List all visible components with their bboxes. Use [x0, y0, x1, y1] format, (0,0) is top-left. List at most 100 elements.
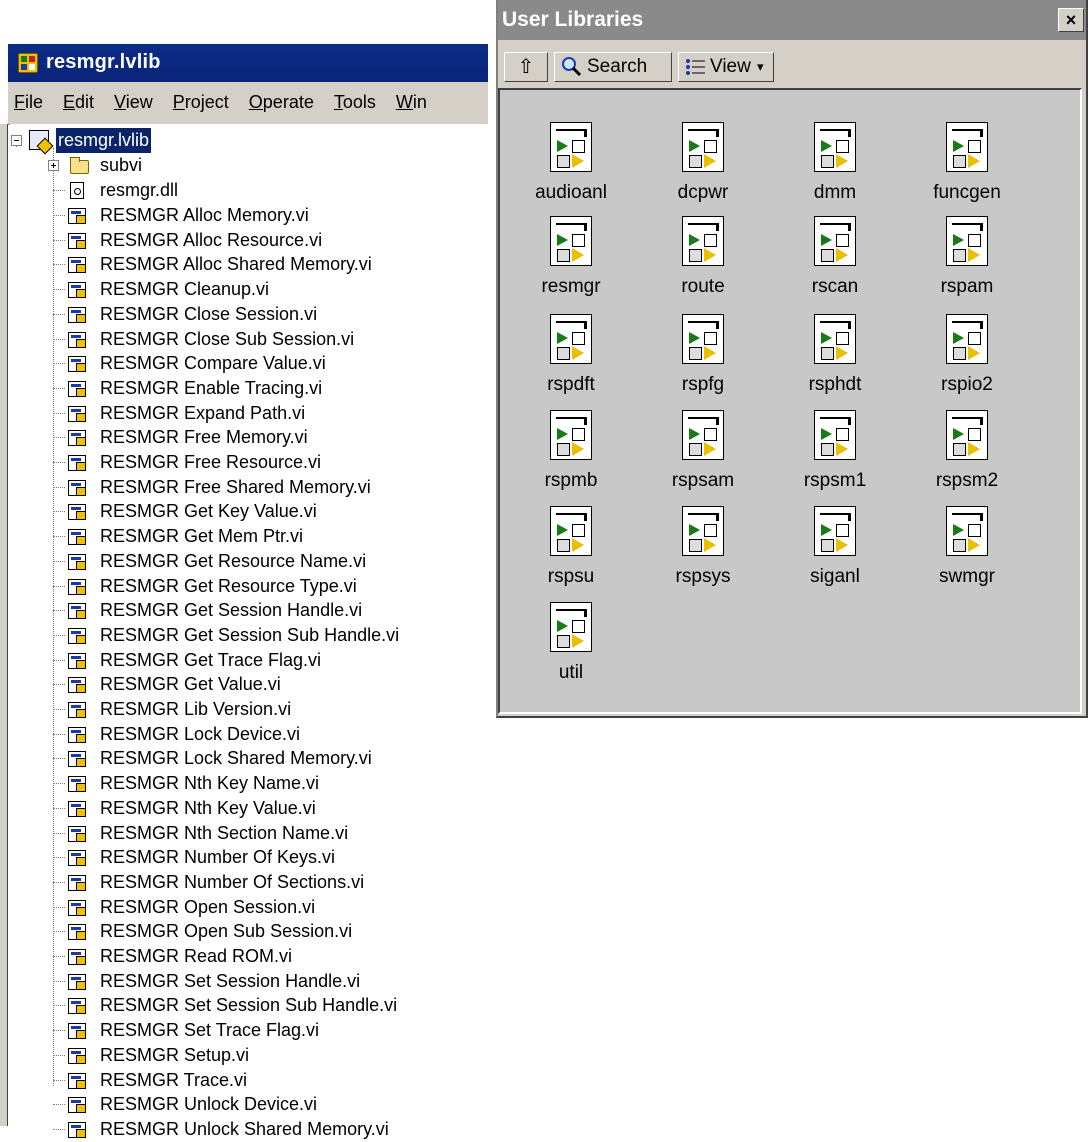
tree-row-dll[interactable]: resmgr.dll [10, 178, 480, 203]
tree-row-vi[interactable]: RESMGR Free Resource.vi [10, 450, 480, 475]
tree-vi-label: RESMGR Lib Version.vi [100, 699, 292, 719]
tree-connector [53, 1080, 65, 1081]
vi-file-icon [68, 1073, 86, 1089]
menu-window[interactable]: Win [386, 82, 437, 113]
tree-row-vi[interactable]: RESMGR Open Session.vi [10, 895, 480, 920]
tree-connector [53, 536, 65, 537]
palette-item-rspsu[interactable]: rspsu [506, 506, 636, 602]
palette-item-dmm[interactable]: dmm [770, 122, 900, 218]
palette-item-rsphdt[interactable]: rsphdt [770, 314, 900, 410]
tree-connector [53, 190, 65, 191]
palette-item-rspsm2[interactable]: rspsm2 [902, 410, 1032, 506]
tree-row-vi[interactable]: RESMGR Enable Tracing.vi [10, 376, 480, 401]
tree-row-vi[interactable]: RESMGR Nth Section Name.vi [10, 821, 480, 846]
tree-vi-label: RESMGR Close Sub Session.vi [100, 329, 355, 349]
tree-row-vi[interactable]: RESMGR Setup.vi [10, 1043, 480, 1068]
tree-row-vi[interactable]: RESMGR Unlock Device.vi [10, 1092, 480, 1117]
tree-row-vi[interactable]: RESMGR Open Sub Session.vi [10, 919, 480, 944]
tree-row-vi[interactable]: RESMGR Free Shared Memory.vi [10, 475, 480, 500]
vi-file-icon [68, 381, 86, 397]
palette-item-rspsm1[interactable]: rspsm1 [770, 410, 900, 506]
vi-file-icon [68, 702, 86, 718]
palette-item-audioanl[interactable]: audioanl [506, 122, 636, 218]
palette-item-funcgen[interactable]: funcgen [902, 122, 1032, 218]
menu-tools[interactable]: Tools [324, 82, 386, 113]
tree-row-vi[interactable]: RESMGR Trace.vi [10, 1068, 480, 1093]
palette-item-label: rspio2 [941, 374, 993, 395]
tree-row-vi[interactable]: RESMGR Get Session Handle.vi [10, 598, 480, 623]
tree-row-vi[interactable]: RESMGR Nth Key Value.vi [10, 796, 480, 821]
menu-view[interactable]: View [104, 82, 163, 113]
up-button[interactable]: ⇧ [504, 52, 548, 82]
tree-row-vi[interactable]: RESMGR Close Session.vi [10, 302, 480, 327]
menu-operate[interactable]: Operate [239, 82, 324, 113]
palette-item-rspio2[interactable]: rspio2 [902, 314, 1032, 410]
close-button[interactable]: × [1058, 8, 1084, 32]
tree-row-vi[interactable]: RESMGR Expand Path.vi [10, 401, 480, 426]
tree-row-vi[interactable]: RESMGR Unlock Shared Memory.vi [10, 1117, 480, 1142]
palette-item-rspsam[interactable]: rspsam [638, 410, 768, 506]
tree-connector [53, 462, 65, 463]
tree-row-vi[interactable]: RESMGR Get Trace Flag.vi [10, 648, 480, 673]
palette-item-label: resmgr [541, 276, 601, 297]
tree-row-vi[interactable]: RESMGR Lib Version.vi [10, 697, 480, 722]
palette-item-swmgr[interactable]: swmgr [902, 506, 1032, 602]
tree-row-vi[interactable]: RESMGR Get Resource Name.vi [10, 549, 480, 574]
view-button[interactable]: View ▾ [678, 52, 774, 82]
tree-row-subvi-folder[interactable]: subvi [10, 153, 480, 178]
palette-item-util[interactable]: util [506, 602, 636, 698]
tree-row-vi[interactable]: RESMGR Alloc Shared Memory.vi [10, 252, 480, 277]
project-title-bar[interactable]: resmgr.lvlib [8, 44, 488, 82]
vi-file-icon [68, 282, 86, 298]
palette-item-rspfg[interactable]: rspfg [638, 314, 768, 410]
tree-row-vi[interactable]: RESMGR Lock Device.vi [10, 722, 480, 747]
palette-item-rspmb[interactable]: rspmb [506, 410, 636, 506]
menu-project[interactable]: Project [163, 82, 239, 113]
tree-row-vi[interactable]: RESMGR Set Session Handle.vi [10, 969, 480, 994]
tree-vi-label: RESMGR Get Trace Flag.vi [100, 650, 322, 670]
palette-item-dcpwr[interactable]: dcpwr [638, 122, 768, 218]
tree-row-vi[interactable]: RESMGR Get Mem Ptr.vi [10, 524, 480, 549]
project-window: resmgr.lvlib File Edit View Project Operate T… [0, 44, 488, 1139]
tree-row-vi[interactable]: RESMGR Lock Shared Memory.vi [10, 746, 480, 771]
vi-subpalette-icon [682, 506, 724, 556]
palette-item-rscan[interactable]: rscan [770, 216, 900, 312]
tree-row-vi[interactable]: RESMGR Get Session Sub Handle.vi [10, 623, 480, 648]
palette-item-route[interactable]: route [638, 216, 768, 312]
tree-row-vi[interactable]: RESMGR Read ROM.vi [10, 944, 480, 969]
magnifier-icon [562, 57, 582, 77]
tree-row-vi[interactable]: RESMGR Number Of Keys.vi [10, 845, 480, 870]
search-button[interactable]: Search [554, 52, 672, 82]
tree-row-vi[interactable]: RESMGR Set Session Sub Handle.vi [10, 993, 480, 1018]
menu-edit[interactable]: Edit [53, 82, 104, 113]
palette-item-rspam[interactable]: rspam [902, 216, 1032, 312]
tree-row-vi[interactable]: RESMGR Free Memory.vi [10, 425, 480, 450]
expand-toggle-icon[interactable] [48, 160, 59, 171]
tree-row-vi[interactable]: RESMGR Set Trace Flag.vi [10, 1018, 480, 1043]
tree-row-vi[interactable]: RESMGR Alloc Memory.vi [10, 203, 480, 228]
tree-row-vi[interactable]: RESMGR Cleanup.vi [10, 277, 480, 302]
palette-item-siganl[interactable]: siganl [770, 506, 900, 602]
tree-row-vi[interactable]: RESMGR Nth Key Name.vi [10, 771, 480, 796]
palette-title-bar[interactable]: User Libraries × [496, 0, 1088, 40]
tree-row-vi[interactable]: RESMGR Get Key Value.vi [10, 499, 480, 524]
vi-file-icon [68, 1023, 86, 1039]
collapse-toggle-icon[interactable] [11, 135, 22, 146]
vi-file-icon [68, 579, 86, 595]
palette-item-rspsys[interactable]: rspsys [638, 506, 768, 602]
tree-row-vi[interactable]: RESMGR Get Resource Type.vi [10, 574, 480, 599]
tree-row-vi[interactable]: RESMGR Get Value.vi [10, 672, 480, 697]
tree-row-vi[interactable]: RESMGR Alloc Resource.vi [10, 228, 480, 253]
palette-item-rspdft[interactable]: rspdft [506, 314, 636, 410]
tree-row-vi[interactable]: RESMGR Number Of Sections.vi [10, 870, 480, 895]
tree-row-vi[interactable]: RESMGR Compare Value.vi [10, 351, 480, 376]
tree-row-root[interactable]: resmgr.lvlib [10, 128, 480, 153]
menu-file[interactable]: File [8, 82, 53, 113]
vi-file-icon [68, 751, 86, 767]
palette-item-resmgr[interactable]: resmgr [506, 216, 636, 312]
tree-row-vi[interactable]: RESMGR Close Sub Session.vi [10, 327, 480, 352]
vi-subpalette-icon [946, 216, 988, 266]
tree-connector [53, 1030, 65, 1031]
tree-connector [53, 561, 65, 562]
tree-connector [53, 413, 65, 414]
